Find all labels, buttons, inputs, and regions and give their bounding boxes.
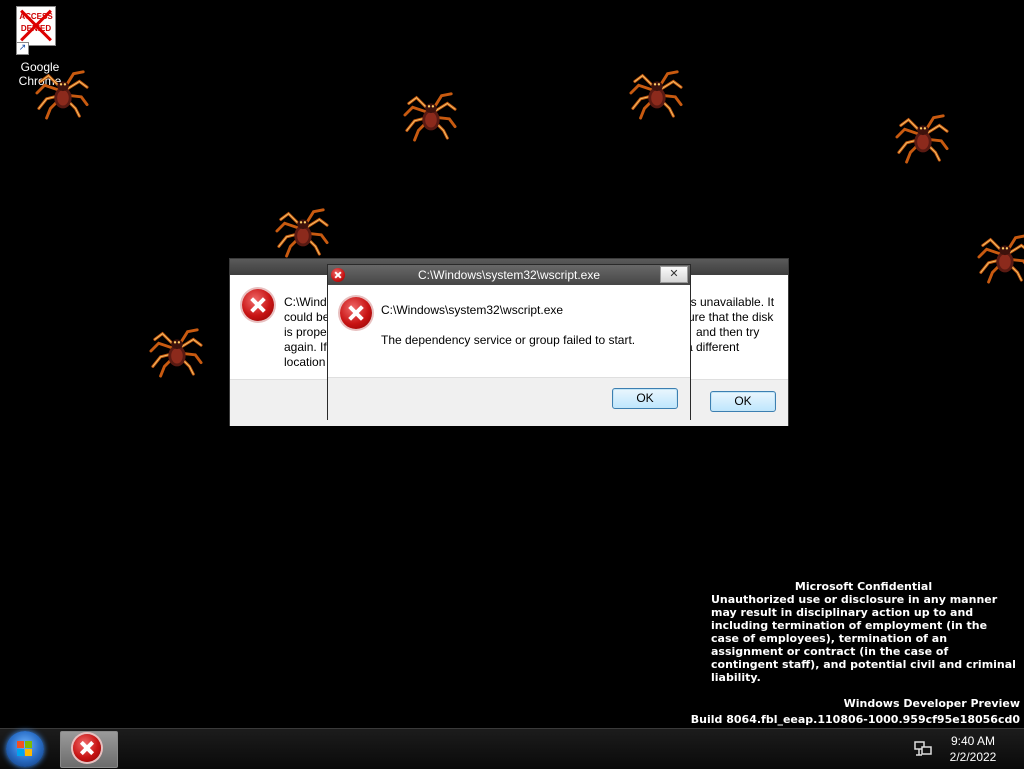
error-dialog-wscript: C:\Windows\system32\wscript.exe ✕ C:\Win… [327,264,691,420]
build-label: Build 8064.fbl_eeap.110806-1000.959cf95e… [690,713,1020,726]
error-icon [242,289,274,321]
message-line: is prope [284,325,327,339]
edition-label: Windows Developer Preview [843,697,1020,710]
network-icon[interactable] [914,741,932,757]
message-line: location [284,355,326,369]
spider-graphic [403,92,457,142]
error-icon [331,268,345,282]
taskbar: 9:40 AM 2/2/2022 [0,728,1024,769]
spider-graphic [149,328,203,378]
error-icon [73,734,101,762]
spider-graphic [275,208,329,258]
message-line: ure that the disk [688,310,774,324]
message-line: a different [686,340,740,354]
start-button[interactable] [6,731,44,767]
spider-graphic [629,70,683,120]
message-line: is unavailable. It [688,295,775,309]
spider-graphic [977,234,1024,284]
ok-button[interactable]: OK [612,388,678,409]
error-icon [340,297,372,329]
watermark-heading: Microsoft Confidential [794,580,933,593]
watermark-body: Unauthorized use or disclosure in any ma… [711,593,1016,684]
dialog-titlebar[interactable]: C:\Windows\system32\wscript.exe ✕ [328,265,690,285]
message-line: again. If [284,340,327,354]
spider-graphic [35,70,89,120]
access-denied-icon: ACCESS DENIED ↗ [16,6,56,55]
dialog-message: The dependency service or group failed t… [381,333,636,347]
close-button[interactable]: ✕ [660,266,688,283]
clock-date: 2/2/2022 [949,750,997,764]
ok-button[interactable]: OK [710,391,776,412]
taskbar-item-error-dialog[interactable] [60,731,118,768]
message-line: and then try [696,325,760,339]
spider-graphic [895,114,949,164]
confidential-watermark: Microsoft Confidential Unauthorized use … [711,580,1016,684]
system-clock[interactable]: 9:40 AM 2/2/2022 [942,733,1004,765]
message-line: C:\Windo [284,295,334,309]
message-line: could be [284,310,330,324]
clock-time: 9:40 AM [950,734,996,748]
dialog-title: C:\Windows\system32\wscript.exe [417,268,601,282]
shortcut-arrow-icon: ↗ [16,42,29,55]
dialog-heading: C:\Windows\system32\wscript.exe [381,303,564,317]
windows-logo-icon [17,741,33,757]
